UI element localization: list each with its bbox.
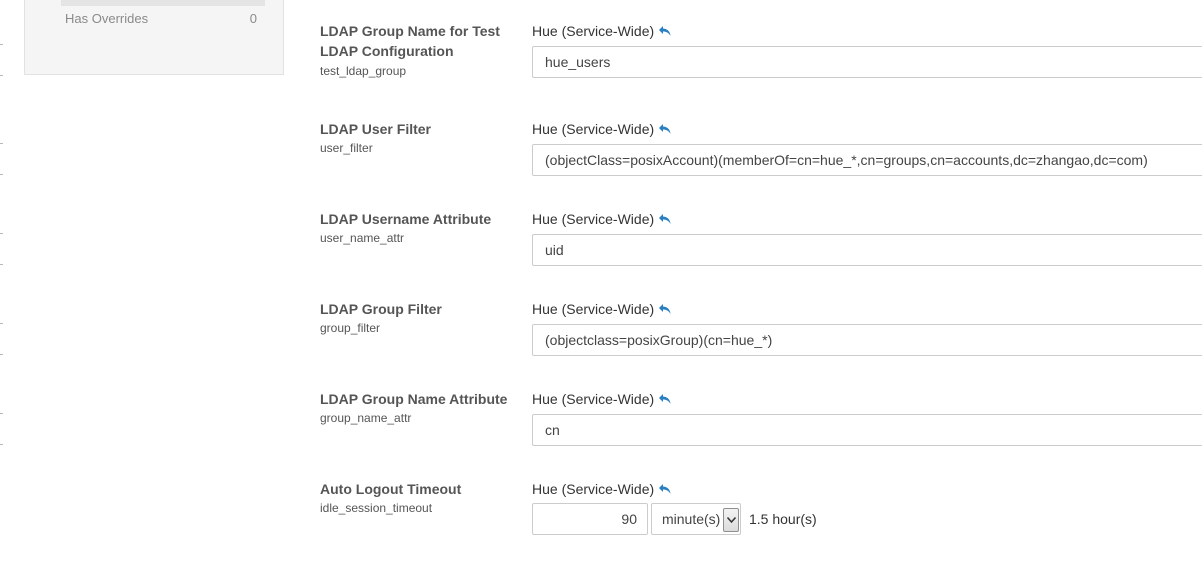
group-name-attr-input[interactable] xyxy=(532,414,1202,446)
edge-tick xyxy=(0,323,3,324)
edge-tick xyxy=(0,233,3,234)
config-label: LDAP Group Filter group_filter xyxy=(320,299,520,337)
config-title: LDAP Group Filter xyxy=(320,301,442,317)
config-key: idle_session_timeout xyxy=(320,501,433,515)
user-name-attr-input[interactable] xyxy=(532,234,1202,266)
config-label: LDAP Group Name Attribute group_name_att… xyxy=(320,389,520,427)
dropdown-button[interactable] xyxy=(723,508,739,532)
edge-tick xyxy=(0,143,3,144)
config-key: group_filter xyxy=(320,321,381,335)
config-label: LDAP Username Attribute user_name_attr xyxy=(320,209,520,247)
edge-tick xyxy=(0,413,3,414)
edge-tick xyxy=(0,44,3,45)
edge-tick xyxy=(0,75,3,76)
scope-label: Hue (Service-Wide) xyxy=(532,479,672,499)
chevron-down-icon xyxy=(726,517,736,523)
edge-tick xyxy=(0,444,3,445)
config-title: LDAP Group Name Attribute xyxy=(320,391,508,407)
filter-has-overrides[interactable]: Has Overrides 0 xyxy=(65,11,257,26)
config-title: LDAP Group Name for Test LDAP Configurat… xyxy=(320,23,500,59)
config-title: LDAP Username Attribute xyxy=(320,211,492,227)
undo-arrow-icon[interactable] xyxy=(658,393,672,405)
scope-text: Hue (Service-Wide) xyxy=(532,121,655,137)
config-title: LDAP User Filter xyxy=(320,121,431,137)
undo-arrow-icon[interactable] xyxy=(658,213,672,225)
config-row-idle-session-timeout: Auto Logout Timeout idle_session_timeout… xyxy=(320,479,1202,539)
config-row-user-name-attr: LDAP Username Attribute user_name_attr H… xyxy=(320,209,1202,269)
edge-tick xyxy=(0,174,3,175)
scope-text: Hue (Service-Wide) xyxy=(532,211,655,227)
filter-selection-bar xyxy=(61,0,265,6)
scope-label: Hue (Service-Wide) xyxy=(532,299,672,319)
edge-tick xyxy=(0,354,3,355)
edge-tick xyxy=(0,264,3,265)
configuration-page: Has Overrides 0 LDAP Group Name for Test… xyxy=(0,0,1202,579)
scope-text: Hue (Service-Wide) xyxy=(532,391,655,407)
timeout-value-input[interactable] xyxy=(532,503,648,535)
config-label: LDAP Group Name for Test LDAP Configurat… xyxy=(320,21,520,80)
undo-arrow-icon[interactable] xyxy=(658,303,672,315)
user-filter-input[interactable] xyxy=(532,144,1202,176)
filter-count: 0 xyxy=(249,11,257,26)
unit-selected-value: minute(s) xyxy=(662,511,721,527)
timeout-unit-select[interactable]: minute(s) xyxy=(651,503,741,535)
config-title: Auto Logout Timeout xyxy=(320,481,462,497)
config-row-user-filter: LDAP User Filter user_filter Hue (Servic… xyxy=(320,119,1202,179)
group-filter-input[interactable] xyxy=(532,324,1202,356)
scope-text: Hue (Service-Wide) xyxy=(532,23,655,39)
filter-panel: Has Overrides 0 xyxy=(24,0,284,75)
config-label: Auto Logout Timeout idle_session_timeout xyxy=(320,479,520,517)
config-key: user_name_attr xyxy=(320,231,405,245)
scope-label: Hue (Service-Wide) xyxy=(532,209,672,229)
undo-arrow-icon[interactable] xyxy=(658,483,672,495)
converted-duration: 1.5 hour(s) xyxy=(749,511,817,527)
test-ldap-group-input[interactable] xyxy=(532,46,1202,78)
config-key: test_ldap_group xyxy=(320,64,407,78)
config-row-group-name-attr: LDAP Group Name Attribute group_name_att… xyxy=(320,389,1202,449)
scope-label: Hue (Service-Wide) xyxy=(532,119,672,139)
config-row-group-filter: LDAP Group Filter group_filter Hue (Serv… xyxy=(320,299,1202,359)
config-key: group_name_attr xyxy=(320,411,412,425)
scope-label: Hue (Service-Wide) xyxy=(532,21,672,41)
filter-label: Has Overrides xyxy=(65,11,149,26)
undo-arrow-icon[interactable] xyxy=(658,123,672,135)
undo-arrow-icon[interactable] xyxy=(658,25,672,37)
scope-text: Hue (Service-Wide) xyxy=(532,301,655,317)
config-label: LDAP User Filter user_filter xyxy=(320,119,520,157)
scope-text: Hue (Service-Wide) xyxy=(532,481,655,497)
config-key: user_filter xyxy=(320,141,373,155)
scope-label: Hue (Service-Wide) xyxy=(532,389,672,409)
config-row-test-ldap-group: LDAP Group Name for Test LDAP Configurat… xyxy=(320,21,1202,91)
